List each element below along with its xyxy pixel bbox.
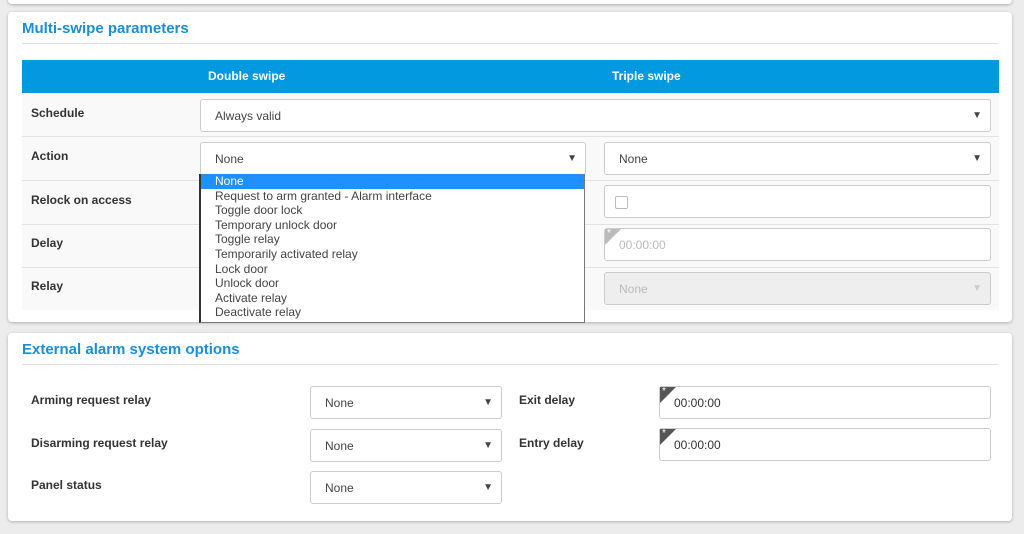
entry-delay-label: Entry delay [519,436,584,450]
alarm-panel: External alarm system options [8,333,1012,521]
action-triple-select[interactable]: None ▼ [604,142,991,175]
top-panel [8,0,1012,4]
option-deactivate-relay[interactable]: Deactivate relay [201,305,584,320]
arming-value: None [325,396,354,410]
exit-delay-input[interactable]: * 00:00:00 [659,386,991,419]
disarming-label: Disarming request relay [31,436,168,450]
relay-label: Relay [31,279,64,293]
relock-triple-checkbox[interactable] [615,196,628,209]
option-temporarily-activated-relay[interactable]: Temporarily activated relay [201,247,584,262]
schedule-label: Schedule [31,106,85,120]
action-dropdown-list[interactable]: None Request to arm granted - Alarm inte… [199,174,585,323]
chevron-down-icon: ▼ [483,440,493,451]
option-temporary-unlock-door[interactable]: Temporary unlock door [201,218,584,233]
panel-status-label: Panel status [31,478,102,492]
asterisk-icon: * [660,386,676,403]
entry-delay-value: 00:00:00 [674,438,721,452]
option-toggle-door-lock[interactable]: Toggle door lock [201,203,584,218]
disarming-relay-select[interactable]: None ▼ [310,429,502,462]
panel-status-value: None [325,481,354,495]
disarming-value: None [325,439,354,453]
relock-label: Relock on access [31,193,132,207]
divider [22,43,998,44]
option-none[interactable]: None [201,174,584,189]
panel-status-select[interactable]: None ▼ [310,471,502,504]
divider [22,364,998,365]
option-unlock-door[interactable]: Unlock door [201,276,584,291]
entry-delay-input[interactable]: * 00:00:00 [659,428,991,461]
action-double-select[interactable]: None ▼ [200,142,586,175]
option-request-to-arm[interactable]: Request to arm granted - Alarm interface [201,189,584,204]
chevron-down-icon: ▼ [972,110,982,121]
chevron-down-icon: ▼ [972,153,982,164]
section-title: Multi-swipe parameters [22,20,189,37]
chevron-down-icon: ▼ [567,153,577,164]
exit-delay-value: 00:00:00 [674,396,721,410]
delay-triple-value: 00:00:00 [619,238,666,252]
arming-label: Arming request relay [31,393,152,407]
chevron-down-icon: ▼ [972,283,982,294]
chevron-down-icon: ▼ [483,397,493,408]
exit-delay-label: Exit delay [519,393,576,407]
delay-triple-input[interactable]: * 00:00:00 [604,228,991,261]
option-toggle-relay[interactable]: Toggle relay [201,232,584,247]
table-header: Double swipe Triple swipe [22,60,999,93]
action-double-value: None [215,152,244,166]
option-lock-door[interactable]: Lock door [201,262,584,277]
column-triple-swipe: Triple swipe [612,69,681,83]
asterisk-icon: * [605,228,621,245]
arming-relay-select[interactable]: None ▼ [310,386,502,419]
option-activate-relay[interactable]: Activate relay [201,291,584,306]
action-label: Action [31,149,69,163]
delay-label: Delay [31,236,64,250]
schedule-value: Always valid [215,109,282,123]
relay-triple-select[interactable]: None ▼ [604,272,991,305]
asterisk-icon: * [660,428,676,445]
section-title: External alarm system options [22,341,240,358]
relay-triple-value: None [619,282,648,296]
schedule-select[interactable]: Always valid ▼ [200,99,991,132]
action-triple-value: None [619,152,648,166]
chevron-down-icon: ▼ [483,482,493,493]
relock-triple-field [604,185,991,218]
column-double-swipe: Double swipe [208,69,286,83]
